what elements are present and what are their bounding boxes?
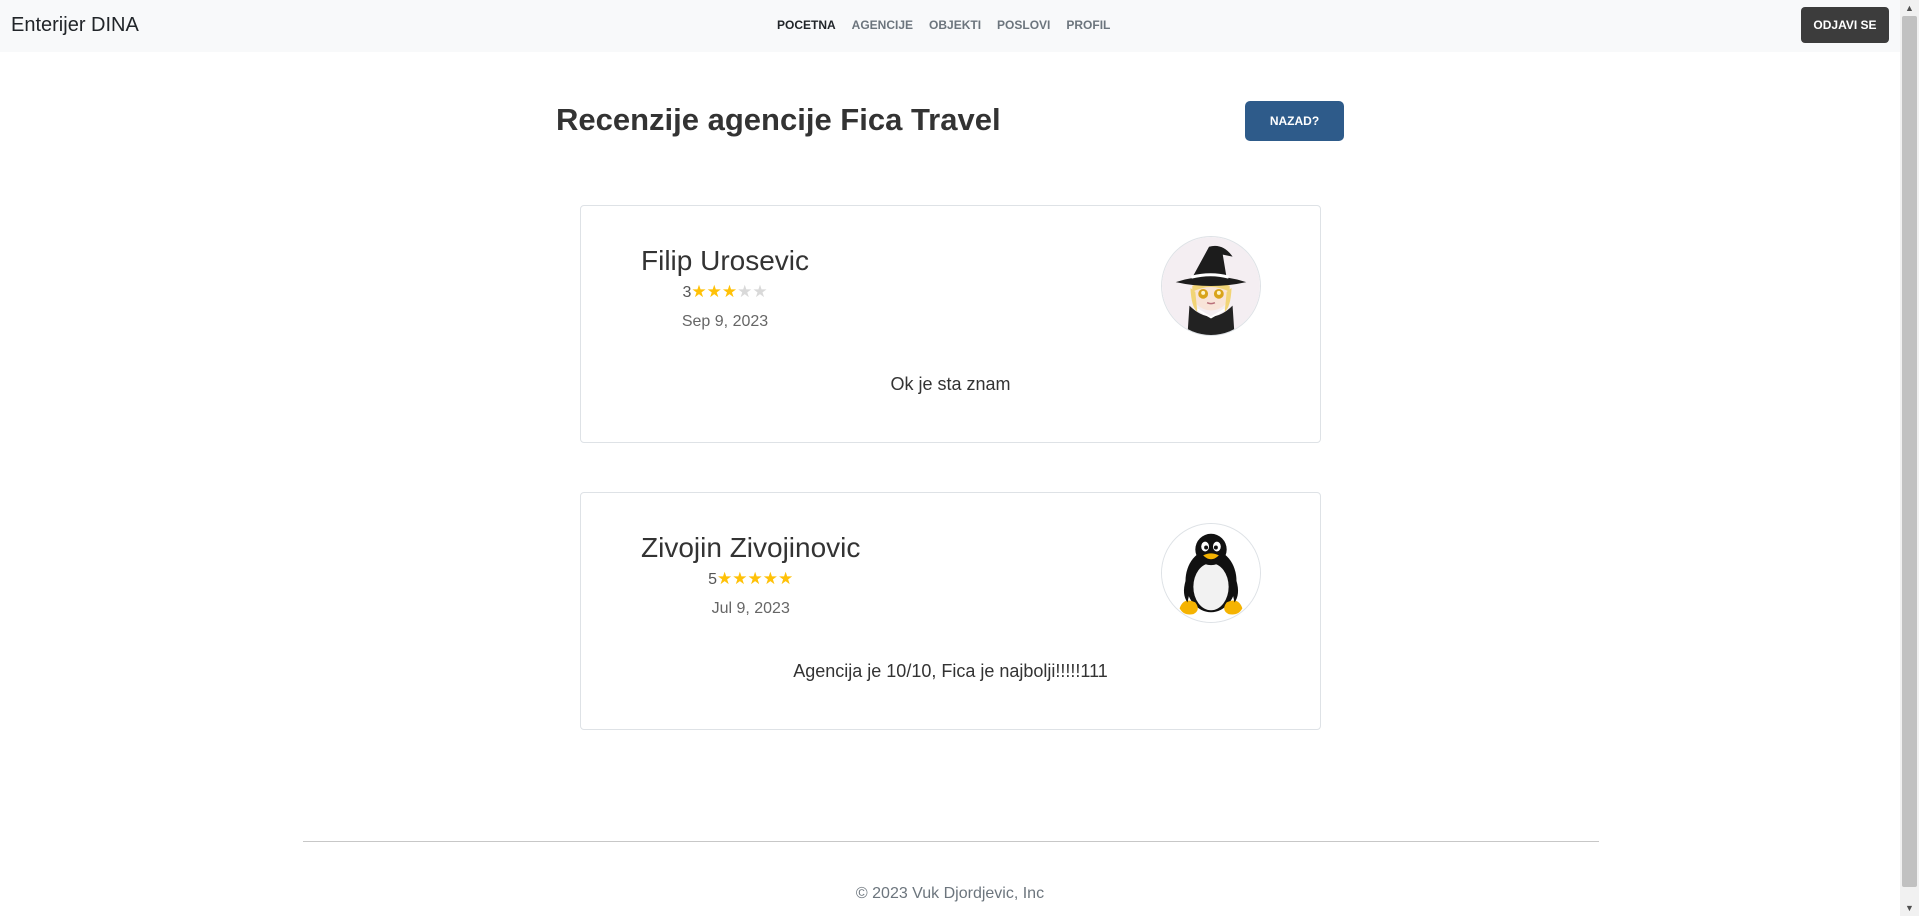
rating-value: 3 — [682, 283, 692, 301]
nav-link-poslovi[interactable]: POSLOVI — [997, 17, 1050, 33]
witch-anime-avatar-icon — [1162, 237, 1260, 335]
review-text: Ok je sta znam — [890, 374, 1011, 394]
nav-link-objekti[interactable]: OBJEKTI — [929, 17, 981, 33]
star-empty-icon: ★ — [752, 282, 768, 301]
top-navbar: Enterijer DINA POCETNA AGENCIJE OBJEKTI … — [0, 0, 1900, 52]
review-date: Sep 9, 2023 — [681, 313, 769, 330]
star-filled-icon: ★ — [762, 569, 779, 588]
footer-divider — [303, 841, 1599, 842]
nav-link-profil[interactable]: PROFIL — [1066, 17, 1110, 33]
page-title: Recenzije agencije Fica Travel — [556, 102, 1001, 137]
avatar — [1161, 236, 1261, 336]
review-card: Zivojin Zivojinovic 5 ★★★★★ Jul 9, 2023 … — [580, 492, 1321, 730]
review-card: Filip Urosevic 3 ★★★★★ Sep 9, 2023 Ok je… — [580, 205, 1321, 443]
star-filled-icon: ★ — [732, 569, 748, 588]
review-text: Agencija je 10/10, Fica je najbolji!!!!!… — [793, 661, 1108, 681]
star-filled-icon: ★ — [778, 569, 794, 588]
avatar — [1161, 523, 1261, 623]
star-filled-icon: ★ — [706, 282, 722, 301]
star-filled-icon: ★ — [721, 282, 738, 301]
rating: 5 ★★★★★ — [641, 570, 860, 589]
reviewer-name: Filip Urosevic — [641, 245, 810, 276]
reviewer-name: Zivojin Zivojinovic — [641, 532, 861, 563]
star-rating: ★★★★★ — [691, 283, 767, 302]
review-header: Filip Urosevic 3 ★★★★★ Sep 9, 2023 — [641, 244, 809, 331]
rating: 3 ★★★★★ — [641, 283, 809, 302]
vertical-scrollbar[interactable]: ▲ ▼ — [1900, 0, 1919, 916]
star-filled-icon: ★ — [717, 569, 733, 588]
star-filled-icon: ★ — [691, 282, 707, 301]
star-empty-icon: ★ — [737, 282, 753, 301]
rating-value: 5 — [708, 570, 718, 588]
nav-link-pocetna[interactable]: POCETNA — [777, 17, 836, 33]
star-filled-icon: ★ — [747, 569, 763, 588]
scroll-up-arrow-icon[interactable]: ▲ — [1900, 0, 1919, 16]
review-header: Zivojin Zivojinovic 5 ★★★★★ Jul 9, 2023 — [641, 531, 860, 618]
back-button[interactable]: NAZAD? — [1245, 101, 1344, 141]
logout-button[interactable]: ODJAVI SE — [1801, 7, 1889, 43]
review-date: Jul 9, 2023 — [711, 600, 790, 617]
scroll-down-arrow-icon[interactable]: ▼ — [1900, 900, 1919, 916]
nav-link-agencije[interactable]: AGENCIJE — [852, 17, 913, 33]
tux-penguin-avatar-icon — [1162, 524, 1260, 622]
footer-copyright: © 2023 Vuk Djordjevic, Inc — [855, 885, 1045, 902]
scrollbar-thumb[interactable] — [1902, 16, 1917, 887]
star-rating: ★★★★★ — [717, 570, 793, 589]
brand-link[interactable]: Enterijer DINA — [11, 13, 139, 37]
nav-links: POCETNA AGENCIJE OBJEKTI POSLOVI PROFIL — [777, 17, 1110, 33]
